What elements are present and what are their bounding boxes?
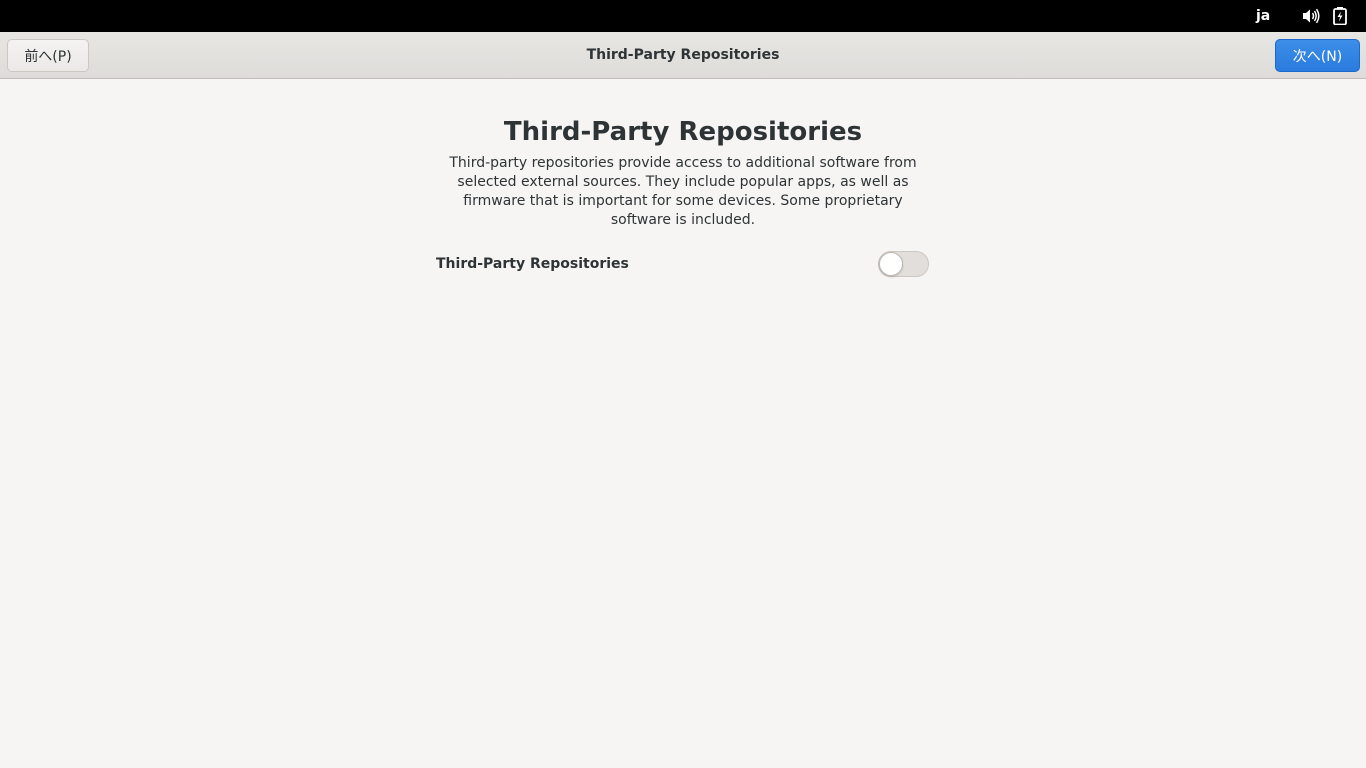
page-title: Third-Party Repositories <box>503 117 863 147</box>
speaker-icon[interactable] <box>1302 8 1320 24</box>
third-party-repositories-row: Third-Party Repositories <box>436 250 930 278</box>
next-button[interactable]: 次へ(N) <box>1275 39 1360 72</box>
system-top-bar: ja <box>0 0 1366 32</box>
page-description: Third-party repositories provide access … <box>449 155 917 228</box>
previous-button[interactable]: 前へ(P) <box>7 39 89 72</box>
battery-charging-icon[interactable] <box>1333 7 1347 25</box>
input-language-indicator[interactable]: ja <box>1256 0 1270 32</box>
third-party-repositories-switch[interactable] <box>878 251 929 277</box>
header-title: Third-Party Repositories <box>586 47 780 63</box>
third-party-repositories-label: Third-Party Repositories <box>436 256 629 272</box>
header-bar: Third-Party Repositories 前へ(P) 次へ(N) <box>0 32 1366 79</box>
switch-knob <box>879 252 903 276</box>
